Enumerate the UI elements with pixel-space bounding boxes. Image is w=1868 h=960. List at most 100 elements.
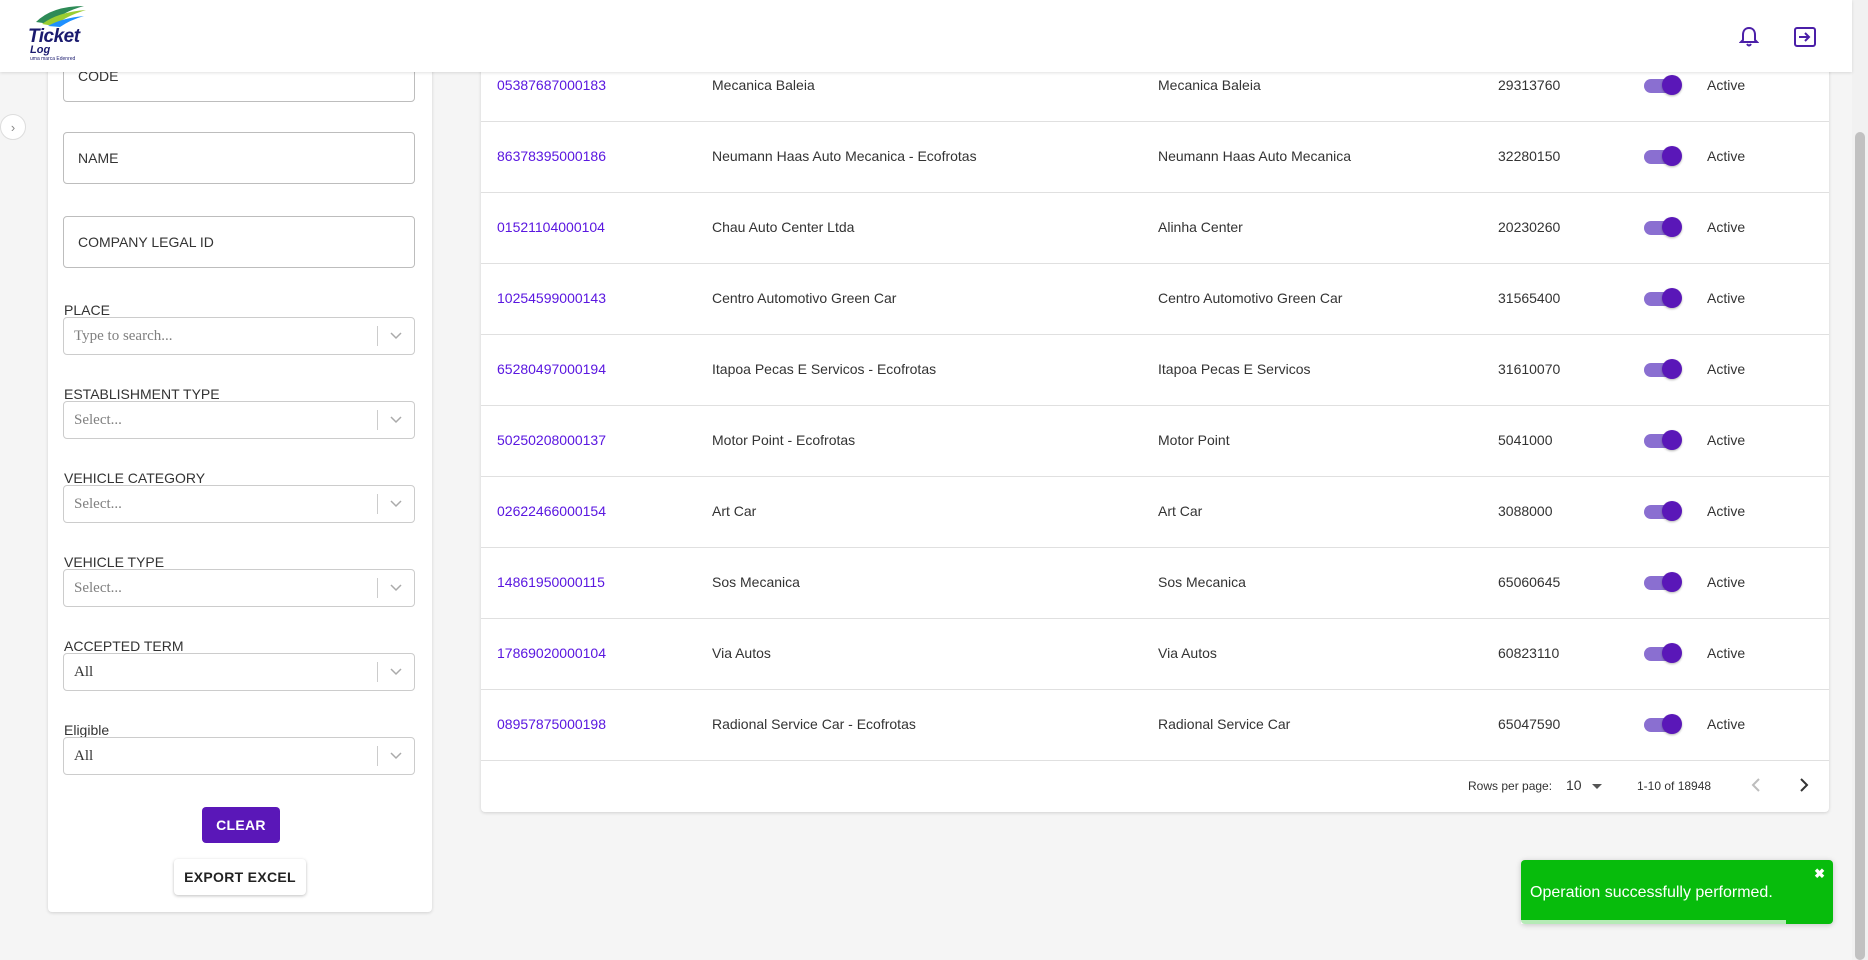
toggle-knob — [1662, 359, 1682, 379]
chevron-down-icon — [390, 416, 402, 424]
status-label: Active — [1707, 219, 1746, 235]
establishment-code: 20230260 — [1498, 219, 1561, 235]
table-row: 86378395000186 Neumann Haas Auto Mecanica… — [481, 121, 1829, 193]
table-row: 17869020000104 Via Autos Via Autos 60823110… — [481, 618, 1829, 690]
sidebar-expand-chevron-icon[interactable]: › — [0, 114, 26, 140]
vehicle-type-value: Select... — [74, 580, 122, 596]
active-toggle[interactable] — [1644, 714, 1682, 734]
name-field[interactable]: NAME — [63, 132, 415, 184]
establishment-code: 29313760 — [1498, 77, 1561, 93]
toggle-knob — [1662, 714, 1682, 734]
vehicle-category-label: VEHICLE CATEGORY — [64, 470, 206, 486]
select-divider — [377, 410, 378, 430]
establishment-trade-name: Centro Automotivo Green Car — [1158, 290, 1343, 306]
place-select[interactable]: Type to search... — [63, 317, 415, 355]
status-label: Active — [1707, 148, 1746, 164]
accepted-term-select[interactable]: All — [63, 653, 415, 691]
close-icon[interactable]: ✖ — [1814, 866, 1825, 882]
active-toggle[interactable] — [1644, 359, 1682, 379]
establishment-trade-name: Motor Point — [1158, 432, 1230, 448]
toggle-knob — [1662, 288, 1682, 308]
table-row: 02622466000154 Art Car Art Car 3088000 Activ… — [481, 476, 1829, 548]
toast-progress-bar — [1521, 920, 1786, 924]
status-label: Active — [1707, 574, 1746, 590]
toggle-knob — [1662, 430, 1682, 450]
establishment-id-link[interactable]: 65280497000194 — [497, 361, 606, 377]
status-label: Active — [1707, 503, 1746, 519]
active-toggle[interactable] — [1644, 146, 1682, 166]
establishment-code: 31610070 — [1498, 361, 1561, 377]
establishment-code: 60823110 — [1498, 645, 1560, 661]
establishment-code: 65047590 — [1498, 716, 1561, 732]
clear-button[interactable]: CLEAR — [202, 807, 280, 843]
previous-page-chevron-icon[interactable] — [1745, 774, 1767, 796]
toggle-knob — [1662, 643, 1682, 663]
establishment-code: 31565400 — [1498, 290, 1561, 306]
eligible-value: All — [74, 748, 94, 764]
next-page-chevron-icon[interactable] — [1793, 774, 1815, 796]
vehicle-category-value: Select... — [74, 496, 122, 512]
establishment-name: Radional Service Car - Ecofrotas — [712, 716, 916, 732]
establishment-id-link[interactable]: 02622466000154 — [497, 503, 606, 519]
pagination-bar: Rows per page: 10 1-10 of 18948 — [481, 760, 1829, 812]
active-toggle[interactable] — [1644, 288, 1682, 308]
active-toggle[interactable] — [1644, 430, 1682, 450]
accepted-term-value: All — [74, 664, 94, 680]
active-toggle[interactable] — [1644, 501, 1682, 521]
establishment-id-link[interactable]: 08957875000198 — [497, 716, 606, 732]
establishment-trade-name: Alinha Center — [1158, 219, 1243, 235]
top-header: Ticket Log uma marca Edenred — [0, 0, 1852, 72]
establishment-id-link[interactable]: 01521104000104 — [497, 219, 605, 235]
establishment-name: Mecanica Baleia — [712, 77, 815, 93]
establishment-name: Motor Point - Ecofrotas — [712, 432, 856, 448]
eligible-select[interactable]: All — [63, 737, 415, 775]
chevron-down-icon — [390, 500, 402, 508]
establishment-id-link[interactable]: 14861950000115 — [497, 574, 605, 590]
filter-panel: CODE NAME COMPANY LEGAL ID PLACE Type to… — [48, 40, 432, 912]
status-label: Active — [1707, 716, 1746, 732]
establishment-id-link[interactable]: 50250208000137 — [497, 432, 606, 448]
rows-per-page-caret-icon[interactable] — [1592, 784, 1602, 789]
active-toggle[interactable] — [1644, 643, 1682, 663]
table-row: 10254599000143 Centro Automotivo Green Ca… — [481, 263, 1829, 335]
establishment-id-link[interactable]: 10254599000143 — [497, 290, 606, 306]
ticket-log-logo[interactable]: Ticket Log uma marca Edenred — [28, 4, 88, 64]
establishment-name: Itapoa Pecas E Servicos - Ecofrotas — [712, 361, 937, 377]
establishment-name: Centro Automotivo Green Car — [712, 290, 897, 306]
select-divider — [377, 578, 378, 598]
establishment-type-select[interactable]: Select... — [63, 401, 415, 439]
vehicle-type-label: VEHICLE TYPE — [64, 554, 165, 570]
establishment-trade-name: Sos Mecanica — [1158, 574, 1246, 590]
toggle-knob — [1662, 572, 1682, 592]
toggle-knob — [1662, 146, 1682, 166]
logo-tagline: uma marca Edenred — [30, 56, 76, 62]
select-divider — [377, 494, 378, 514]
active-toggle[interactable] — [1644, 217, 1682, 237]
page-scrollbar[interactable] — [1852, 0, 1868, 960]
active-toggle[interactable] — [1644, 75, 1682, 95]
establishment-id-link[interactable]: 05387687000183 — [497, 77, 606, 93]
establishment-id-link[interactable]: 86378395000186 — [497, 148, 606, 164]
establishment-trade-name: Mecanica Baleia — [1158, 77, 1261, 93]
notifications-bell-icon[interactable] — [1736, 24, 1762, 50]
pagination-range: 1-10 of 18948 — [1637, 779, 1712, 793]
active-toggle[interactable] — [1644, 572, 1682, 592]
rows-per-page-select[interactable]: 10 — [1566, 777, 1582, 793]
table-row: 50250208000137 Motor Point - Ecofrotas Mot… — [481, 405, 1829, 477]
toggle-knob — [1662, 75, 1682, 95]
establishment-trade-name: Radional Service Car — [1158, 716, 1291, 732]
establishment-id-link[interactable]: 17869020000104 — [497, 645, 606, 661]
company-legal-id-field[interactable]: COMPANY LEGAL ID — [63, 216, 415, 268]
chevron-down-icon — [390, 668, 402, 676]
vehicle-category-select[interactable]: Select... — [63, 485, 415, 523]
company-legal-id-field-label: COMPANY LEGAL ID — [78, 234, 214, 250]
status-label: Active — [1707, 361, 1746, 377]
export-excel-button[interactable]: EXPORT EXCEL — [174, 859, 306, 895]
select-divider — [377, 746, 378, 766]
scrollbar-thumb[interactable] — [1855, 132, 1865, 960]
toggle-knob — [1662, 217, 1682, 237]
establishment-name: Chau Auto Center Ltda — [712, 219, 855, 235]
vehicle-type-select[interactable]: Select... — [63, 569, 415, 607]
logout-icon[interactable] — [1792, 24, 1818, 50]
establishment-code: 3088000 — [1498, 503, 1553, 519]
